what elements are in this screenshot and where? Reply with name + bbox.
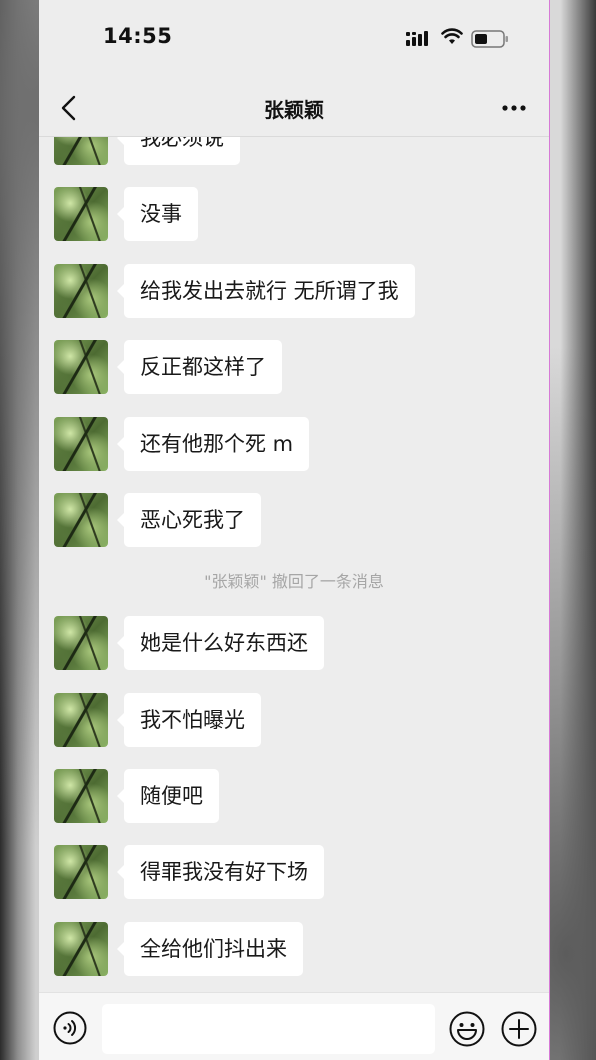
message-bubble[interactable]: 恶心死我了 [117,493,261,547]
signal-icon [406,31,428,46]
message-bubble[interactable]: 反正都这样了 [117,340,282,394]
message-row: 随便吧 [39,769,549,825]
chat-header: 张颖颖 [39,80,549,137]
message-bubble[interactable]: 还有他那个死 m [116,417,310,471]
message-row: 我必须说 [39,137,549,167]
plus-icon[interactable] [501,1011,537,1047]
avatar[interactable] [54,845,108,899]
avatar[interactable] [54,769,108,823]
message-row: 我不怕曝光 [39,693,549,749]
message-bubble[interactable]: 她是什么好东西还 [117,616,324,670]
avatar[interactable] [54,340,108,394]
message-bubble[interactable]: 没事 [117,187,198,241]
emoji-icon[interactable] [449,1011,485,1047]
message-row: 得罪我没有好下场 [39,845,549,901]
message-bubble[interactable]: 我不怕曝光 [117,693,261,747]
avatar[interactable] [54,616,108,670]
message-bubble[interactable]: 随便吧 [117,769,219,823]
avatar[interactable] [54,693,108,747]
chat-title[interactable]: 张颖颖 [39,94,549,123]
message-row: 没事 [39,187,549,243]
status-bar: 14:55 [39,0,549,80]
input-bar [39,992,549,1060]
message-row: 她是什么好东西还 [39,616,549,672]
message-bubble[interactable]: 得罪我没有好下场 [117,845,324,899]
more-dots-icon[interactable] [501,104,527,112]
phone-screen: 14:55 张颖颖 我必须说 没事 给我发出去就行 无所谓了我 反正都这样了 还… [39,0,550,1060]
avatar[interactable] [54,137,108,165]
message-row: 反正都这样了 [39,340,549,396]
avatar[interactable] [54,417,108,471]
avatar[interactable] [54,264,108,318]
message-bubble[interactable]: 全给他们抖出来 [117,922,303,976]
message-input[interactable] [102,1004,435,1054]
recall-notice: "张颖颖" 撤回了一条消息 [204,572,384,591]
message-bubble[interactable]: 我必须说 [117,137,240,165]
voice-icon[interactable] [53,1011,87,1045]
message-list[interactable]: 我必须说 没事 给我发出去就行 无所谓了我 反正都这样了 还有他那个死 m 恶心… [39,137,549,992]
battery-icon [471,30,508,48]
wifi-icon [441,28,463,44]
message-row: 给我发出去就行 无所谓了我 [39,264,549,320]
avatar[interactable] [54,922,108,976]
message-row: 还有他那个死 m [39,417,549,473]
message-bubble[interactable]: 给我发出去就行 无所谓了我 [117,264,415,318]
avatar[interactable] [54,493,108,547]
avatar[interactable] [54,187,108,241]
message-row: 全给他们抖出来 [39,922,549,978]
message-row: 恶心死我了 [39,493,549,549]
status-time: 14:55 [103,24,173,48]
